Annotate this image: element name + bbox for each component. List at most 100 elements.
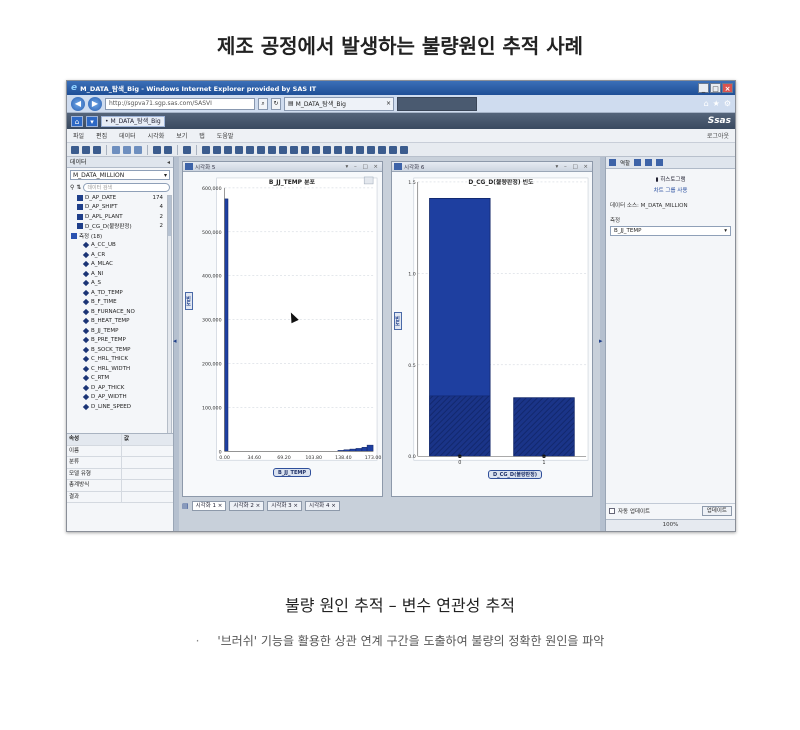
variable-item[interactable]: B_HEAT_TEMP (71, 317, 173, 327)
new-icon[interactable] (71, 145, 79, 154)
variable-item[interactable]: A_MLAC (71, 260, 173, 270)
sheet-tab-3[interactable]: 시각화 3 × (267, 501, 303, 511)
word-cloud-icon[interactable] (367, 145, 375, 154)
logout-link[interactable]: 로그아웃 (707, 131, 729, 140)
back-arrow-icon[interactable]: ◀ (71, 96, 85, 111)
refresh-icon[interactable]: ↻ (271, 97, 281, 110)
variable-item[interactable]: A_CC_UB (71, 241, 173, 251)
collapse-left-icon[interactable]: ◂ (167, 157, 170, 167)
box-plot-icon[interactable] (257, 145, 265, 154)
search-icon[interactable]: ⌕ (258, 97, 268, 110)
variable-item[interactable]: A_TD_TEMP (71, 288, 173, 298)
variable-item[interactable]: C_HRL_THICK (71, 355, 173, 365)
histogram-type-icon[interactable] (185, 163, 193, 170)
url-input[interactable]: http://sgpva71.sgp.sas.com/SASVI (105, 97, 255, 110)
heatmap-icon[interactable] (268, 145, 276, 154)
variable-list-scrollbar[interactable] (167, 195, 172, 435)
copy-icon[interactable] (164, 145, 172, 154)
variable-item[interactable]: A_NI (71, 269, 173, 279)
data-search-input[interactable]: 데이터 검색 (83, 182, 170, 192)
variable-item[interactable]: B_JJ_TEMP (71, 326, 173, 336)
variable-item[interactable]: D_AP_SHIFT 4 (71, 203, 173, 213)
roles-tab-icon[interactable] (609, 159, 616, 166)
viz2-window-controls[interactable]: ▾ – □ × (555, 164, 590, 170)
menu-view[interactable]: 보기 (176, 131, 187, 140)
variable-item[interactable]: B_F_TIME (71, 298, 173, 308)
bar-chart-icon[interactable] (202, 145, 210, 154)
menu-data[interactable]: 데이터 (119, 131, 136, 140)
variable-item[interactable]: D_AP_WIDTH (71, 393, 173, 403)
update-button[interactable]: 업데이트 (701, 505, 732, 516)
crosstab-icon[interactable] (356, 145, 364, 154)
save-icon[interactable] (93, 145, 101, 154)
variable-item[interactable]: 측정 (18) (71, 231, 173, 241)
styles-tab-icon[interactable] (656, 159, 664, 166)
sheet-list-icon[interactable]: ▤ (182, 502, 189, 510)
gear-icon[interactable]: ⚙ (724, 99, 731, 108)
forecast-icon[interactable] (323, 145, 331, 154)
new-tab-button[interactable] (397, 96, 477, 111)
sheet-tab-4[interactable]: 시각화 4 × (305, 501, 340, 511)
close-button[interactable]: × (722, 83, 733, 93)
scrollbar-thumb[interactable] (168, 196, 171, 236)
redo-icon[interactable] (123, 145, 131, 154)
correlation-icon[interactable] (301, 145, 309, 154)
table-icon[interactable] (153, 145, 161, 154)
variable-item[interactable]: A_CR (71, 250, 173, 260)
menu-tab[interactable]: 탭 (199, 131, 205, 140)
sheet-tab-1[interactable]: 시각화 1 × (191, 501, 227, 511)
maximize-button[interactable]: □ (710, 83, 721, 93)
viz1-body[interactable]: B_JJ_TEMP 분포 0 100,000 200,000 300,000 400,00… (183, 172, 382, 496)
star-icon[interactable]: ★ (713, 99, 720, 108)
minimize-button[interactable]: _ (698, 83, 709, 93)
gauge-icon[interactable] (378, 145, 386, 154)
measure-select[interactable]: B_JJ_TEMP ▾ (610, 226, 731, 236)
viz2-y-role-tag[interactable]: 빈도 (394, 312, 402, 330)
sas-home-icon[interactable]: ⌂ (71, 115, 83, 127)
close-tab-icon[interactable]: × (386, 100, 391, 107)
menu-file[interactable]: 파일 (73, 131, 84, 140)
properties-tab-icon[interactable] (645, 159, 653, 166)
viz1-window-controls[interactable]: ▾ – □ × (345, 164, 380, 170)
chart-group-link[interactable]: 차트 그룹 사용 (606, 186, 735, 194)
home-icon[interactable]: ⌂ (704, 99, 709, 108)
undo-icon[interactable] (112, 145, 120, 154)
viz2-body[interactable]: D_CG_D(불량판정) 빈도 0.0 0.5 1.0 1.5 0 1 빈도 D_CG_D(… (392, 172, 592, 496)
menu-edit[interactable]: 편집 (96, 131, 107, 140)
check-icon[interactable] (183, 145, 191, 154)
filter-tab-icon[interactable] (634, 159, 642, 166)
document-tab[interactable]: • M_DATA_탐색_Big (101, 115, 165, 127)
scatter-icon[interactable] (224, 145, 232, 154)
histogram-icon[interactable] (246, 145, 254, 154)
bar-chart-type-icon[interactable] (394, 163, 402, 170)
open-icon[interactable] (82, 145, 90, 154)
treemap-icon[interactable] (290, 145, 298, 154)
refresh-data-icon[interactable] (134, 145, 142, 154)
histogram-chart[interactable]: B_JJ_TEMP 분포 0 100,000 200,000 300,000 400,00… (183, 172, 382, 496)
pie-chart-icon[interactable] (345, 145, 353, 154)
bubble-icon[interactable] (235, 145, 243, 154)
forward-arrow-icon[interactable]: ▶ (88, 96, 102, 111)
variable-item[interactable]: D_CG_D(불량판정) 2 (71, 222, 173, 232)
variable-item[interactable]: C_RTM (71, 374, 173, 384)
auto-update-checkbox[interactable] (609, 507, 615, 514)
variable-item[interactable]: D_AP_THICK (71, 383, 173, 393)
browser-tab[interactable]: ▤ M_DATA_탐색_Big × (284, 96, 394, 111)
variable-item[interactable]: B_PRE_TEMP (71, 336, 173, 346)
variable-item[interactable]: A_S (71, 279, 173, 289)
viz2-x-role-chip[interactable]: D_CG_D(불량판정) (488, 470, 543, 479)
filter-icon[interactable]: ⚲ (70, 184, 74, 191)
dropdown-icon[interactable]: ▾ (86, 115, 98, 127)
line-chart-icon[interactable] (213, 145, 221, 154)
sheet-tab-2[interactable]: 시각화 2 × (229, 501, 265, 511)
network-icon[interactable] (312, 145, 320, 154)
sort-icon[interactable]: ⇅ (76, 184, 81, 191)
variable-item[interactable]: C_HRL_WIDTH (71, 364, 173, 374)
viz1-x-role-chip[interactable]: B_JJ_TEMP (273, 468, 311, 477)
bar-chart[interactable]: D_CG_D(불량판정) 빈도 0.0 0.5 1.0 1.5 0 1 (392, 172, 592, 496)
dataset-select[interactable]: M_DATA_MILLION ▾ (70, 170, 170, 180)
menu-help[interactable]: 도움말 (217, 131, 234, 140)
geo-map-icon[interactable] (279, 145, 287, 154)
warning-icon[interactable] (389, 145, 397, 154)
settings-icon[interactable] (400, 145, 408, 154)
